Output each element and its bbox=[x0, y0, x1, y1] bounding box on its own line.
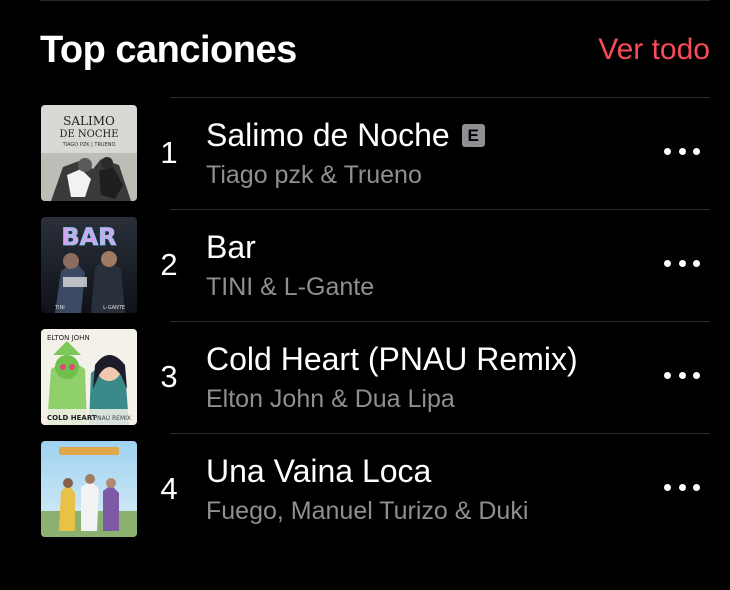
row-divider bbox=[170, 433, 710, 434]
dot bbox=[664, 371, 671, 379]
artwork-text: TIAGO PZK | TRUENO bbox=[62, 142, 116, 148]
artwork-text: BAR bbox=[61, 223, 116, 251]
song-info: Salimo de Noche E Tiago pzk & Trueno bbox=[206, 116, 630, 190]
dot bbox=[678, 259, 686, 267]
artwork-text: L-GANTE bbox=[103, 305, 125, 311]
song-artist[interactable]: Tiago pzk & Trueno bbox=[206, 160, 630, 190]
dot bbox=[678, 483, 686, 491]
song-title: Salimo de Noche bbox=[206, 117, 450, 153]
artwork-text: ELTON JOHN bbox=[47, 334, 90, 342]
section-header: Top canciones Ver todo bbox=[40, 24, 710, 76]
dot bbox=[693, 259, 700, 267]
chart-rank: 1 bbox=[160, 135, 178, 170]
song-title-wrap: Una Vaina Loca bbox=[206, 452, 630, 490]
song-artist[interactable]: Fuego, Manuel Turizo & Duki bbox=[206, 496, 630, 526]
more-options-icon[interactable] bbox=[664, 477, 700, 497]
artwork-text: SALIMO bbox=[63, 114, 115, 128]
explicit-badge-icon: E bbox=[461, 123, 485, 147]
dot bbox=[678, 371, 686, 379]
album-artwork[interactable] bbox=[41, 441, 137, 537]
song-info: Cold Heart (PNAU Remix) Elton John & Dua… bbox=[206, 340, 630, 414]
song-list: SALIMO DE NOCHE TIAGO PZK | TRUENO 1 Sal… bbox=[40, 97, 710, 545]
album-artwork[interactable]: ELTON JOHN COLD HEART PNAU REMIX bbox=[41, 329, 137, 425]
song-title-wrap: Salimo de Noche E bbox=[206, 116, 630, 154]
song-row[interactable]: ELTON JOHN COLD HEART PNAU REMIX 3 Cold … bbox=[40, 321, 710, 433]
song-artist[interactable]: Elton John & Dua Lipa bbox=[206, 384, 630, 414]
top-divider bbox=[40, 0, 710, 1]
see-all-link[interactable]: Ver todo bbox=[598, 33, 710, 67]
song-title: Bar bbox=[206, 229, 256, 265]
song-row[interactable]: SALIMO DE NOCHE TIAGO PZK | TRUENO 1 Sal… bbox=[40, 97, 710, 209]
more-options-icon[interactable] bbox=[664, 365, 700, 385]
dot bbox=[693, 483, 700, 491]
more-options-icon[interactable] bbox=[664, 253, 700, 273]
dot bbox=[693, 371, 700, 379]
row-divider bbox=[170, 209, 710, 210]
song-title: Una Vaina Loca bbox=[206, 453, 432, 489]
dot bbox=[664, 147, 671, 155]
album-artwork[interactable]: BAR TINI L-GANTE bbox=[41, 217, 137, 313]
song-title-wrap: Cold Heart (PNAU Remix) bbox=[206, 340, 630, 378]
chart-rank: 4 bbox=[160, 471, 178, 506]
artwork-text: PNAU REMIX bbox=[93, 415, 131, 422]
song-row[interactable]: 4 Una Vaina Loca Fuego, Manuel Turizo & … bbox=[40, 433, 710, 545]
artwork-text: TINI bbox=[54, 305, 65, 311]
artwork-text: COLD HEART bbox=[47, 414, 97, 422]
artwork-text: DE NOCHE bbox=[59, 129, 118, 140]
dot bbox=[678, 147, 686, 155]
album-artwork[interactable]: SALIMO DE NOCHE TIAGO PZK | TRUENO bbox=[41, 105, 137, 201]
row-divider bbox=[170, 97, 710, 98]
song-title-wrap: Bar bbox=[206, 228, 630, 266]
dot bbox=[693, 147, 700, 155]
dot bbox=[664, 483, 671, 491]
song-artist[interactable]: TINI & L-Gante bbox=[206, 272, 630, 302]
dot bbox=[664, 259, 671, 267]
song-info: Bar TINI & L-Gante bbox=[206, 228, 630, 302]
chart-rank: 3 bbox=[160, 359, 178, 394]
song-title: Cold Heart (PNAU Remix) bbox=[206, 341, 578, 377]
song-row[interactable]: BAR TINI L-GANTE 2 Bar TINI & L-Gante bbox=[40, 209, 710, 321]
row-divider bbox=[170, 321, 710, 322]
chart-rank: 2 bbox=[160, 247, 178, 282]
section-title: Top canciones bbox=[40, 28, 297, 71]
song-info: Una Vaina Loca Fuego, Manuel Turizo & Du… bbox=[206, 452, 630, 526]
more-options-icon[interactable] bbox=[664, 141, 700, 161]
